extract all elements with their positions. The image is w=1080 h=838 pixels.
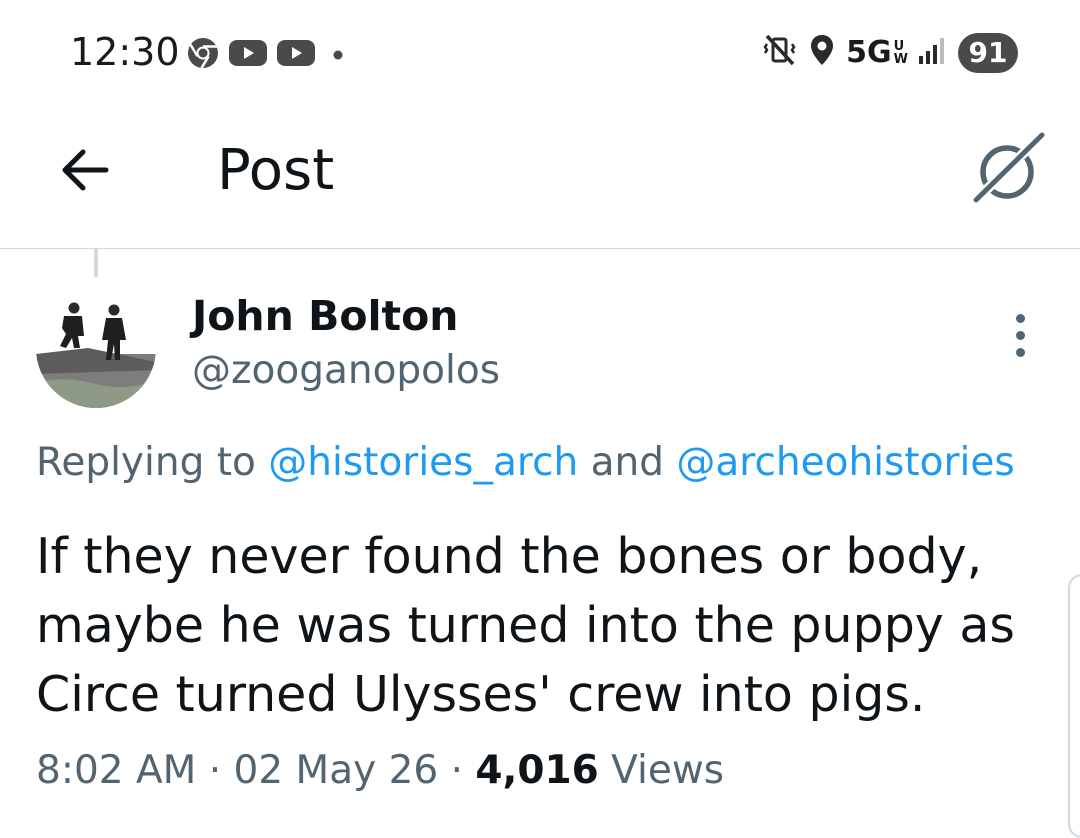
signal-icon [918,34,948,71]
grok-button[interactable] [970,129,1048,208]
post-text-line: Circe turned Ulysses' crew into pigs. [36,666,926,723]
more-options-button[interactable] [1000,310,1040,360]
location-icon [808,32,836,73]
more-dot-icon [1015,347,1025,357]
youtube-icon [276,38,316,73]
chrome-icon [186,36,220,75]
post-date[interactable]: 02 May 26 [234,748,439,793]
post-header: Post [0,100,1080,249]
battery-indicator: 91 [958,32,1018,73]
post-text: If they never found the bones or body, m… [36,522,1036,729]
scroll-edge-panel[interactable] [1068,574,1080,838]
network-indicator: 5G UW [846,35,908,70]
youtube-icon [228,38,268,73]
arrow-left-icon [62,149,109,191]
avatar-image [36,288,156,408]
grok-icon [970,129,1048,206]
more-dot-icon [1015,313,1025,323]
author-handle[interactable]: @zooganopolos [192,348,500,393]
status-time: 12:30 [70,30,180,74]
post-time[interactable]: 8:02 AM [36,748,196,793]
mention-link-1[interactable]: @histories_arch [268,440,578,485]
post-meta: 8:02 AM · 02 May 26 · 4,016 Views [36,748,724,793]
more-dot-icon [1015,330,1025,340]
status-icons-left [186,36,348,75]
notification-dot-icon [324,38,348,73]
post-text-line: maybe he was turned into the puppy as [36,597,1015,654]
views-count[interactable]: 4,016 [475,748,598,793]
replying-to: Replying to @histories_arch and @archeoh… [36,440,1015,485]
status-icons-right: 5G UW 91 [762,32,1018,73]
replying-prefix: Replying to [36,440,269,485]
status-bar: 12:30 5G UW 91 [0,0,1080,100]
back-button[interactable] [56,140,116,200]
mention-link-2[interactable]: @archeohistories [676,440,1014,485]
avatar[interactable] [36,288,156,408]
meta-separator: · [438,748,476,793]
mute-vibrate-icon [762,32,798,73]
thread-line [94,249,98,277]
network-sub: UW [893,38,908,67]
meta-separator: · [196,748,234,793]
page-title: Post [217,138,335,203]
author-name[interactable]: John Bolton [192,292,459,340]
post-text-line: If they never found the bones or body, [36,528,983,585]
views-label: Views [598,748,725,793]
replying-and: and [578,440,677,485]
